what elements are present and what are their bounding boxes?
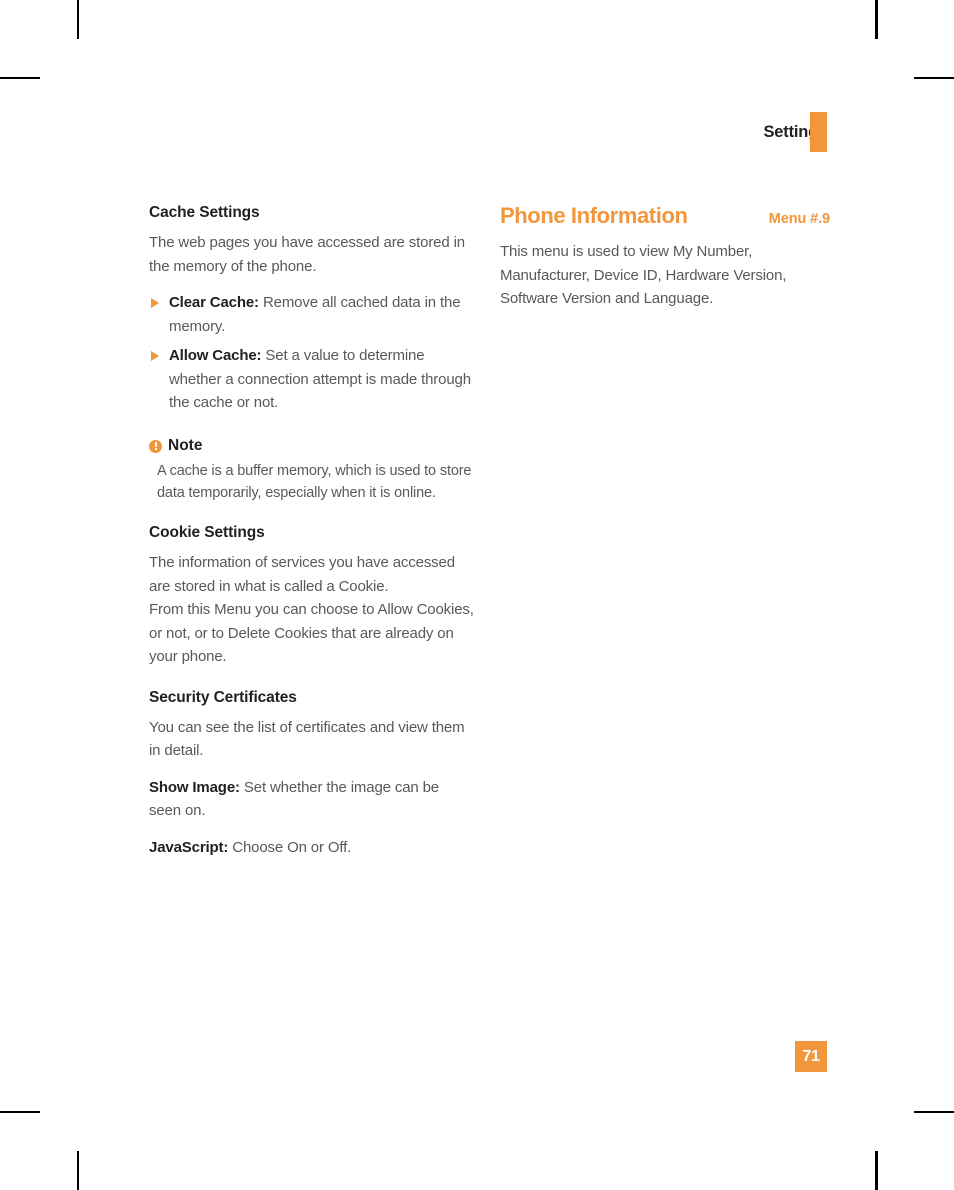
- bullet-lead-clear-cache: Clear Cache:: [169, 294, 259, 312]
- text-javascript: Choose On or Off.: [232, 838, 352, 856]
- menu-number-label: Menu #.9: [768, 211, 830, 227]
- right-column: Phone Information Menu #.9 This menu is …: [500, 203, 830, 324]
- crop-mark-top-left-vertical: [77, 0, 79, 39]
- crop-mark-top-right-vertical: [876, 0, 878, 39]
- crop-mark-bottom-right-vertical: [876, 1151, 878, 1190]
- note-block: Note A cache is a buffer memory, which i…: [149, 437, 474, 505]
- exclamation-circle-icon: [149, 439, 162, 453]
- triangle-bullet-icon: [151, 298, 159, 309]
- bullet-clear-cache: Clear Cache: Remove all cached data in t…: [149, 291, 474, 338]
- page-title: Phone Information: [500, 203, 688, 228]
- section-tab-marker: [810, 112, 827, 152]
- triangle-bullet-icon: [151, 351, 159, 362]
- note-title-label: Note: [168, 436, 203, 454]
- lead-show-image: Show Image:: [149, 778, 240, 796]
- bullet-allow-cache: Allow Cache: Set a value to determine wh…: [149, 344, 474, 415]
- paragraph-security-certificates: You can see the list of certificates and…: [149, 718, 465, 760]
- note-body-text: A cache is a buffer memory, which is use…: [157, 463, 472, 501]
- page-number-badge: 71: [795, 1041, 827, 1072]
- paragraph-phone-information: This menu is used to view My Number, Man…: [500, 243, 787, 308]
- menu-heading-row: Phone Information Menu #.9: [500, 203, 830, 228]
- left-column: Cache Settings The web pages you have ac…: [149, 204, 474, 872]
- heading-security-certificates: Security Certificates: [149, 688, 297, 706]
- bullet-lead-allow-cache: Allow Cache:: [169, 347, 262, 365]
- paragraph-cookie-1: The information of services you have acc…: [149, 554, 455, 595]
- crop-mark-top-right-horizontal: [914, 77, 954, 79]
- paragraph-show-image: Show Image: Set whether the image can be…: [149, 776, 474, 823]
- heading-cookie-settings: Cookie Settings: [149, 524, 265, 542]
- note-title: Note: [149, 437, 474, 456]
- crop-mark-top-left-horizontal: [0, 77, 40, 79]
- paragraph-cookie-2: From this Menu you can choose to Allow C…: [149, 601, 474, 666]
- lead-javascript: JavaScript:: [149, 838, 229, 856]
- crop-mark-bottom-left-horizontal: [0, 1111, 40, 1113]
- crop-mark-bottom-left-vertical: [77, 1151, 79, 1190]
- heading-cache-settings: Cache Settings: [149, 204, 260, 221]
- paragraph-javascript: JavaScript: Choose On or Off.: [149, 836, 474, 860]
- paragraph-cache-intro: The web pages you have accessed are stor…: [149, 234, 465, 275]
- crop-mark-bottom-right-horizontal: [914, 1111, 954, 1113]
